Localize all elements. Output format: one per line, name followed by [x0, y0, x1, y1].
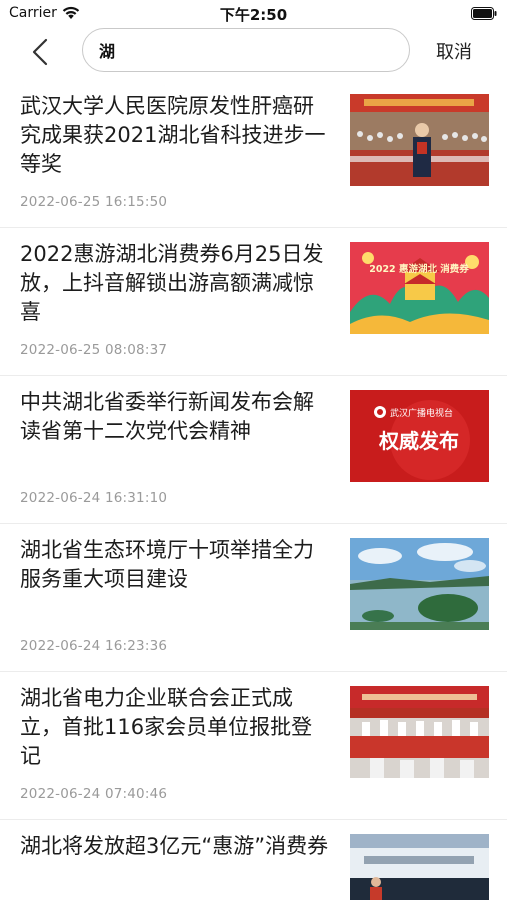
news-title: 2022惠游湖北消费券6月25日发放，上抖音解锁出游高额满减惊喜 [20, 242, 324, 324]
news-title: 武汉大学人民医院原发性肝癌研究成果获2021湖北省科技进步一等奖 [20, 94, 326, 176]
news-item[interactable]: 中共湖北省委举行新闻发布会解读省第十二次党代会精神 2022-06-24 16:… [0, 376, 507, 524]
news-item[interactable]: 武汉大学人民医院原发性肝癌研究成果获2021湖北省科技进步一等奖 2022-06… [0, 80, 507, 228]
news-title: 湖北省电力企业联合会正式成立，首批116家会员单位报批登记 [20, 686, 313, 768]
news-thumbnail [350, 94, 489, 186]
news-title: 中共湖北省委举行新闻发布会解读省第十二次党代会精神 [20, 390, 314, 443]
news-thumbnail [350, 834, 489, 900]
news-item[interactable]: 湖北将发放超3亿元“惠游”消费券 [0, 820, 507, 900]
news-title: 湖北省生态环境厅十项举措全力服务重大项目建设 [20, 538, 314, 591]
thumb-caption: 权威发布 [378, 429, 459, 453]
news-thumbnail [350, 686, 489, 778]
news-date: 2022-06-24 16:31:10 [20, 490, 168, 506]
news-thumbnail: 2022 惠游湖北 消费券 [350, 242, 489, 334]
news-item[interactable]: 2022惠游湖北消费券6月25日发放，上抖音解锁出游高额满减惊喜 2022-06… [0, 228, 507, 376]
status-bar: Carrier 下午2:50 [0, 0, 507, 28]
news-thumbnail: 武汉广播电视台 权威发布 [350, 390, 489, 482]
news-date: 2022-06-25 16:15:50 [20, 194, 168, 210]
news-item[interactable]: 湖北省生态环境厅十项举措全力服务重大项目建设 2022-06-24 16:23:… [0, 524, 507, 672]
news-thumbnail [350, 538, 489, 630]
news-date: 2022-06-25 08:08:37 [20, 342, 168, 358]
search-input[interactable] [99, 29, 399, 70]
cancel-button[interactable]: 取消 [436, 38, 472, 64]
battery-icon [471, 7, 497, 20]
chevron-left-icon [32, 38, 48, 66]
news-date: 2022-06-24 16:23:36 [20, 638, 168, 654]
thumb-caption: 2022 惠游湖北 消费券 [369, 263, 469, 275]
back-button[interactable] [24, 34, 60, 70]
status-time: 下午2:50 [219, 6, 288, 24]
news-item[interactable]: 湖北省电力企业联合会正式成立，首批116家会员单位报批登记 2022-06-24… [0, 672, 507, 820]
search-box[interactable] [82, 28, 410, 72]
news-date: 2022-06-24 07:40:46 [20, 786, 168, 802]
news-title: 湖北将发放超3亿元“惠游”消费券 [20, 834, 329, 858]
thumb-logo-text: 武汉广播电视台 [390, 407, 453, 419]
